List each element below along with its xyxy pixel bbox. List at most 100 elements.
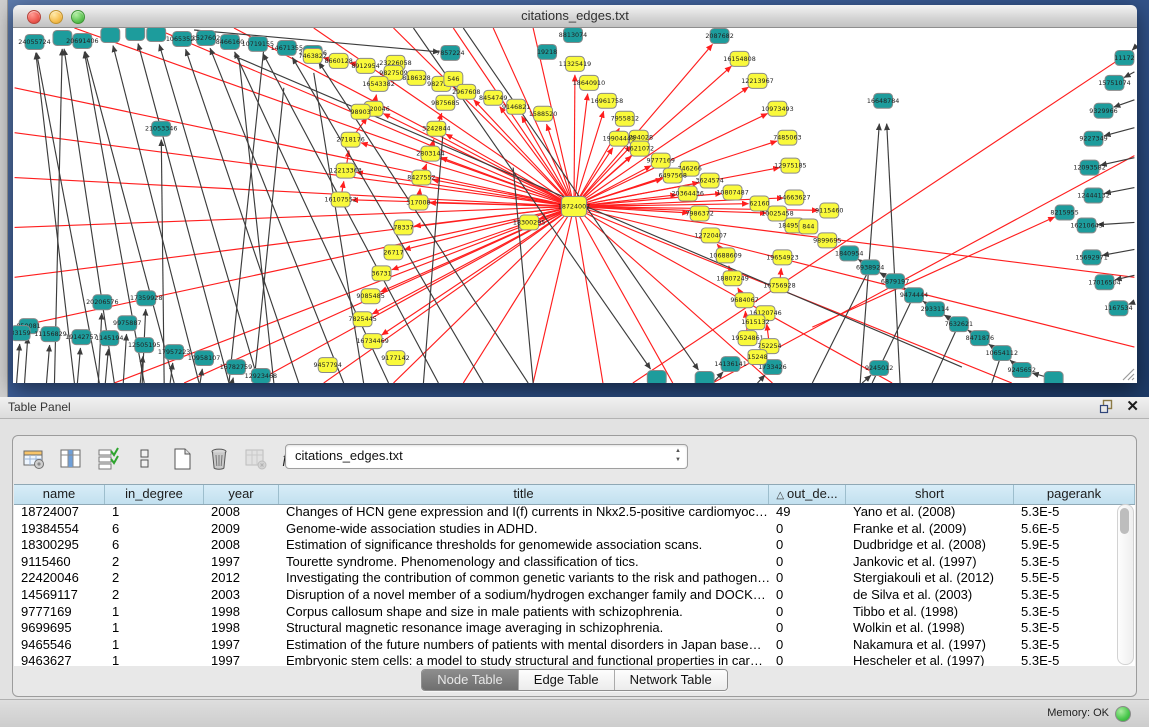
black-edge[interactable] [186,49,299,383]
graph-node[interactable]: 15248 [747,350,767,365]
black-edge[interactable] [235,52,389,383]
graph-node[interactable]: 19654923 [766,250,798,265]
graph-node[interactable] [147,28,166,41]
merge-rows-icon[interactable] [132,446,158,472]
black-edge[interactable] [138,44,229,383]
tab-network-table[interactable]: Network Table [615,670,727,690]
red-edge[interactable] [394,206,574,383]
black-edge[interactable] [105,349,108,383]
graph-node[interactable]: 18640910 [573,75,605,90]
graph-node[interactable]: 16756928 [763,278,795,293]
table-row[interactable]: 969969511998Structural magnetic resonanc… [14,620,1135,637]
graph-node[interactable]: 7955812 [611,111,639,126]
graph-node[interactable]: 2718176 [336,132,364,147]
graph-node[interactable]: 33159 [13,326,31,341]
black-edge[interactable] [46,345,49,383]
resize-grip-icon[interactable] [1121,367,1135,381]
graph-node[interactable]: 2087682 [705,28,733,43]
graph-node[interactable]: 3624574 [695,173,723,188]
graph-node[interactable]: 21053346 [145,121,177,136]
float-panel-icon[interactable] [1099,399,1114,414]
graph-node[interactable]: 9085485 [356,289,384,304]
memory-status-icon[interactable] [1115,706,1131,722]
black-edge[interactable] [170,363,173,383]
graph-node[interactable]: 17359928 [130,291,162,306]
graph-node[interactable]: 16961758 [591,93,623,108]
graph-node[interactable]: 8660128 [324,53,352,68]
graph-node[interactable]: 9245012 [865,361,893,376]
red-edge[interactable] [15,133,574,207]
graph-node[interactable]: 9875685 [431,95,459,110]
graph-node[interactable]: 9899695 [813,233,841,248]
red-edge[interactable] [254,206,574,383]
graph-node[interactable] [647,371,666,383]
red-edge[interactable] [574,206,1134,277]
graph-node[interactable]: 11172 [1114,50,1134,65]
graph-node[interactable]: 24055724 [18,34,50,49]
table-row[interactable]: 1456911722003Disruption of a novel membe… [14,587,1135,604]
graph-node[interactable]: 7485063 [773,130,801,145]
black-edge[interactable] [159,45,259,383]
graph-node[interactable]: 9329966 [1089,103,1117,118]
black-edge[interactable] [98,313,101,383]
red-edge[interactable] [574,206,1134,347]
graph-node[interactable]: 2933114 [921,302,949,317]
close-panel-icon[interactable]: ✕ [1126,399,1139,414]
red-edge[interactable] [574,111,604,206]
red-edge[interactable] [574,75,575,207]
black-edge[interactable] [1098,222,1135,224]
graph-node[interactable]: 17016504 [1088,275,1120,290]
graph-node[interactable]: 20206576 [86,295,118,310]
graph-node[interactable]: 9177142 [381,351,409,366]
graph-node[interactable]: 8912954 [351,58,379,73]
column-header-title[interactable]: title [279,485,769,504]
graph-node[interactable]: 18807249 [716,271,748,286]
table-row[interactable]: 946554611997Estimation of the future num… [14,637,1135,654]
delete-table-icon[interactable] [206,446,232,472]
graph-node[interactable]: 1588520 [529,106,557,121]
black-edge[interactable] [757,375,764,383]
black-edge[interactable] [232,378,233,383]
black-edge[interactable] [932,324,959,383]
table-settings-icon[interactable] [21,446,47,472]
column-header-pagerank[interactable]: pagerank [1014,485,1135,504]
window-titlebar[interactable]: citations_edges.txt [13,5,1137,28]
graph-node[interactable]: 10719155 [242,36,274,51]
black-edge[interactable] [123,334,126,383]
graph-node[interactable]: 16154808 [723,51,755,66]
graph-node[interactable]: 1167534 [1104,301,1132,316]
column-visibility-icon[interactable] [58,446,84,472]
graph-node[interactable]: 8215955 [1050,205,1078,220]
black-edge[interactable] [1104,128,1134,136]
table-row[interactable]: 2242004622012Investigating the contribut… [14,570,1135,587]
table-row[interactable]: 977716911998Corpus callosum shape and si… [14,604,1135,621]
graph-node[interactable]: 9245652 [1008,363,1036,378]
graph-node[interactable]: 11325419 [559,56,591,71]
graph-node[interactable]: 8471876 [966,331,994,346]
row-selection-edit-icon[interactable] [95,446,121,472]
graph-node[interactable]: 19218 [537,44,557,59]
black-edge[interactable] [113,46,199,383]
graph-node[interactable]: 12505195 [128,338,160,353]
graph-node[interactable]: 16734469 [356,334,388,349]
graph-node[interactable] [1044,372,1063,383]
graph-node[interactable]: 36731 [371,266,391,281]
table-row[interactable]: 1872400712008Changes of HCN gene express… [14,504,1135,521]
black-edge[interactable] [887,124,900,383]
graph-node[interactable]: 14663627 [778,190,810,205]
black-edge[interactable] [263,54,438,383]
graph-node[interactable]: 12444132 [1077,188,1109,203]
black-edge[interactable] [25,337,28,383]
graph-node[interactable]: 15692971 [1075,250,1107,265]
table-row[interactable]: 1938455462009Genome-wide association stu… [14,521,1135,538]
red-edge[interactable] [446,134,574,206]
graph-node[interactable]: 17957223 [158,345,190,360]
graph-node[interactable] [101,28,120,42]
graph-node[interactable] [695,372,714,383]
column-header-name[interactable]: name [14,485,105,504]
graph-node[interactable]: 9975887 [113,316,141,331]
tab-edge-table[interactable]: Edge Table [519,670,615,690]
table-row[interactable]: 946362711997Embryonic stem cells: a mode… [14,653,1135,666]
table-row[interactable]: 1830029562008Estimation of significance … [14,537,1135,554]
black-edge[interactable] [1124,72,1134,78]
